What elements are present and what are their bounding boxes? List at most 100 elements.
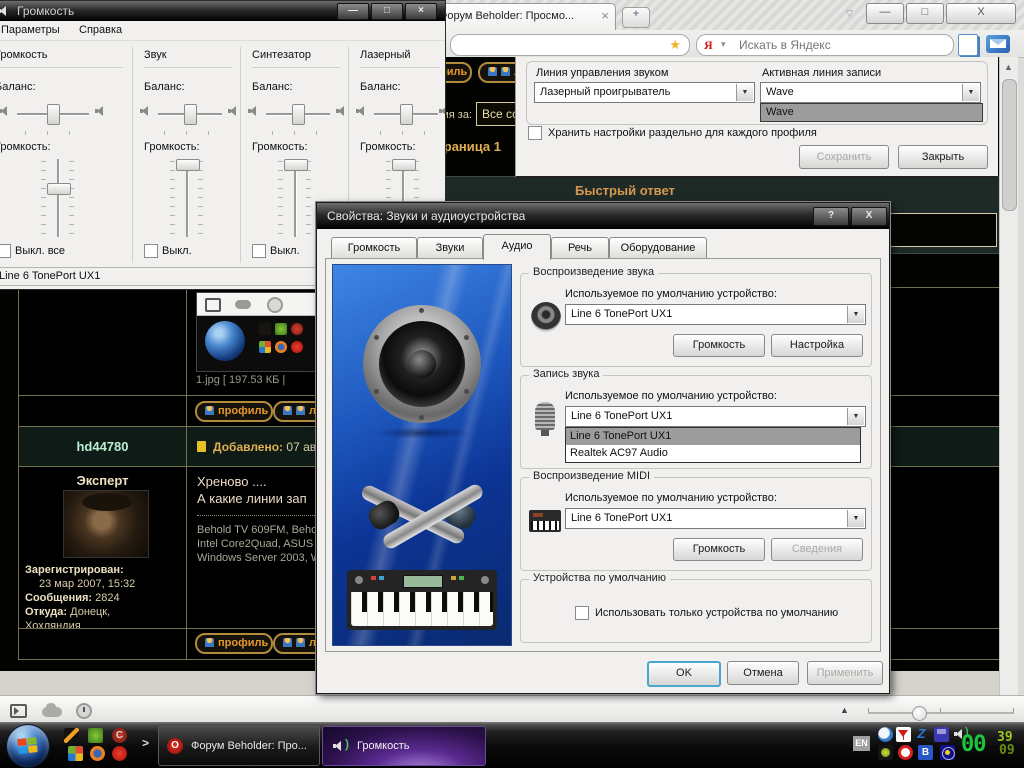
device-option-selected[interactable]: Line 6 TonePort UX1 bbox=[566, 428, 860, 445]
quicklaunch-winamp-icon[interactable] bbox=[64, 728, 79, 743]
scrollbar[interactable]: ▲ bbox=[999, 57, 1018, 695]
dialog-help-button[interactable]: ? bbox=[813, 207, 849, 226]
tray-b-icon[interactable]: B bbox=[918, 745, 933, 760]
volume-track[interactable] bbox=[57, 159, 60, 237]
window-restore-button[interactable]: □ bbox=[906, 3, 944, 24]
cancel-button[interactable]: Отмена bbox=[727, 661, 799, 685]
mute-checkbox[interactable] bbox=[252, 244, 266, 258]
tab-speech[interactable]: Речь bbox=[551, 237, 609, 259]
mail-icon[interactable] bbox=[986, 35, 1010, 53]
midi-details-button[interactable]: Сведения bbox=[771, 538, 863, 561]
tray-emule-icon[interactable] bbox=[878, 727, 893, 742]
tab-sounds[interactable]: Звуки bbox=[417, 237, 483, 259]
playback-device-select[interactable]: Line 6 TonePort UX1 ▼ bbox=[565, 304, 866, 325]
apply-button[interactable]: Применить bbox=[807, 661, 883, 685]
dialog-close-button[interactable]: X bbox=[851, 207, 887, 226]
zoom-slider-track[interactable] bbox=[868, 712, 1014, 714]
tray-wireless-icon[interactable] bbox=[940, 745, 955, 760]
option-wave[interactable]: Wave bbox=[766, 106, 794, 118]
balance-thumb[interactable] bbox=[47, 104, 60, 125]
start-button[interactable] bbox=[6, 724, 50, 768]
tabbar-caret-icon[interactable]: ▽ bbox=[846, 8, 853, 19]
playback-settings-button[interactable]: Настройка bbox=[771, 334, 863, 357]
quicklaunch-expand-icon[interactable]: > bbox=[142, 736, 149, 750]
mute-checkbox[interactable] bbox=[0, 244, 11, 258]
tray-floppy-icon[interactable] bbox=[934, 727, 949, 742]
address-field[interactable]: ★ bbox=[450, 34, 690, 56]
scroll-up-icon[interactable]: ▲ bbox=[1004, 62, 1013, 72]
balance-thumb[interactable] bbox=[400, 104, 413, 125]
midi-device-select[interactable]: Line 6 TonePort UX1 ▼ bbox=[565, 508, 866, 529]
midi-keyboard-icon bbox=[529, 510, 561, 532]
record-line-select[interactable]: Wave ▼ bbox=[760, 82, 981, 103]
mixer-maximize-button[interactable]: □ bbox=[371, 3, 403, 20]
mixer-close-button[interactable]: × bbox=[405, 3, 437, 20]
task-button-volume-active[interactable]: ) Громкость bbox=[322, 726, 486, 766]
language-indicator[interactable]: EN bbox=[853, 736, 870, 751]
device-option[interactable]: Realtek AC97 Audio bbox=[566, 445, 860, 462]
username[interactable]: hd44780 bbox=[19, 439, 186, 454]
recording-mic-icon bbox=[535, 402, 555, 430]
quicklaunch-ccleaner-icon[interactable]: C bbox=[112, 728, 127, 743]
turbo-gauge-icon[interactable] bbox=[76, 703, 92, 719]
balance-thumb[interactable] bbox=[184, 104, 197, 125]
close-icon: X bbox=[977, 6, 984, 18]
tray-antivirus-icon[interactable] bbox=[898, 745, 913, 760]
scrollbar-thumb[interactable] bbox=[1002, 79, 1017, 211]
tray-z-icon[interactable]: Z bbox=[914, 726, 929, 741]
tray-avira-icon[interactable] bbox=[896, 727, 911, 742]
task-button-forum[interactable]: O Форум Beholder: Про... bbox=[158, 726, 320, 766]
zoom-slider-knob[interactable] bbox=[912, 706, 927, 721]
mixer-minimize-button[interactable]: — bbox=[337, 3, 369, 20]
volume-thumb[interactable] bbox=[392, 159, 416, 171]
quicklaunch-downloader-icon[interactable] bbox=[88, 728, 103, 743]
dialog-titlebar[interactable]: Свойства: Звуки и аудиоустройства ? X bbox=[317, 203, 889, 229]
tab-volume[interactable]: Громкость bbox=[331, 237, 417, 259]
yandex-caret-icon[interactable]: ▾ bbox=[721, 39, 726, 50]
balance-label: Баланс: bbox=[0, 81, 36, 93]
profile-button[interactable]: профиль bbox=[195, 401, 273, 422]
menu-parameters[interactable]: Параметры bbox=[1, 24, 60, 36]
bookmark-star-icon[interactable]: ★ bbox=[669, 37, 681, 53]
quicklaunch-firefox-icon[interactable] bbox=[90, 746, 105, 761]
mute-checkbox[interactable] bbox=[144, 244, 158, 258]
ok-button[interactable]: OK bbox=[647, 661, 721, 687]
balance-thumb[interactable] bbox=[292, 104, 305, 125]
profile-button[interactable]: профиль bbox=[195, 633, 273, 654]
mixer-titlebar[interactable]: Громкость — □ × bbox=[0, 1, 445, 21]
menu-help[interactable]: Справка bbox=[79, 24, 122, 36]
defaults-checkbox[interactable] bbox=[575, 606, 589, 620]
tab-audio-active[interactable]: Аудио bbox=[483, 234, 551, 260]
quicklaunch-opera-icon[interactable] bbox=[112, 746, 127, 761]
record-line-open-list[interactable]: Wave bbox=[760, 103, 983, 122]
recording-device-select[interactable]: Line 6 TonePort UX1 ▼ bbox=[565, 406, 866, 427]
post-line2: А какие линии зап bbox=[197, 491, 307, 506]
browser-tab-active[interactable]: Форум Beholder: Просмо... × bbox=[428, 3, 616, 31]
dropdown-icon: ▼ bbox=[962, 84, 979, 101]
playback-volume-button[interactable]: Громкость bbox=[673, 334, 765, 357]
tray-nvidia-icon[interactable] bbox=[878, 745, 893, 760]
volume-thumb[interactable] bbox=[47, 183, 71, 195]
zoom-fit-icon[interactable]: ▲ bbox=[840, 705, 849, 715]
tray-clock[interactable]: 00 39 09 bbox=[961, 730, 1021, 762]
window-minimize-button[interactable]: — bbox=[866, 3, 904, 24]
save-button[interactable]: Сохранить bbox=[799, 145, 889, 169]
profile-checkbox[interactable] bbox=[528, 126, 542, 140]
volume-thumb[interactable] bbox=[176, 159, 200, 171]
quicklaunch-app-icon[interactable] bbox=[68, 746, 83, 761]
tab-hardware[interactable]: Оборудование bbox=[609, 237, 707, 259]
midi-volume-button[interactable]: Громкость bbox=[673, 538, 765, 561]
volume-thumb[interactable] bbox=[284, 159, 308, 171]
posts-value: 2824 bbox=[95, 592, 119, 604]
control-line-select[interactable]: Лазерный проигрыватель ▼ bbox=[534, 82, 755, 103]
user-rank: Эксперт bbox=[19, 473, 186, 488]
attachment-thumbnail[interactable] bbox=[196, 292, 316, 372]
new-tab-button[interactable]: + bbox=[622, 7, 650, 28]
panels-toggle-icon[interactable] bbox=[10, 704, 27, 718]
close-dialog-button[interactable]: Закрыть bbox=[898, 145, 988, 169]
tab-close-icon[interactable]: × bbox=[601, 8, 609, 23]
yandex-search-field[interactable]: Я ▾ bbox=[696, 34, 954, 56]
search-input[interactable] bbox=[737, 36, 931, 54]
window-close-button[interactable]: X bbox=[946, 3, 1016, 24]
sessions-icon[interactable] bbox=[958, 34, 978, 56]
